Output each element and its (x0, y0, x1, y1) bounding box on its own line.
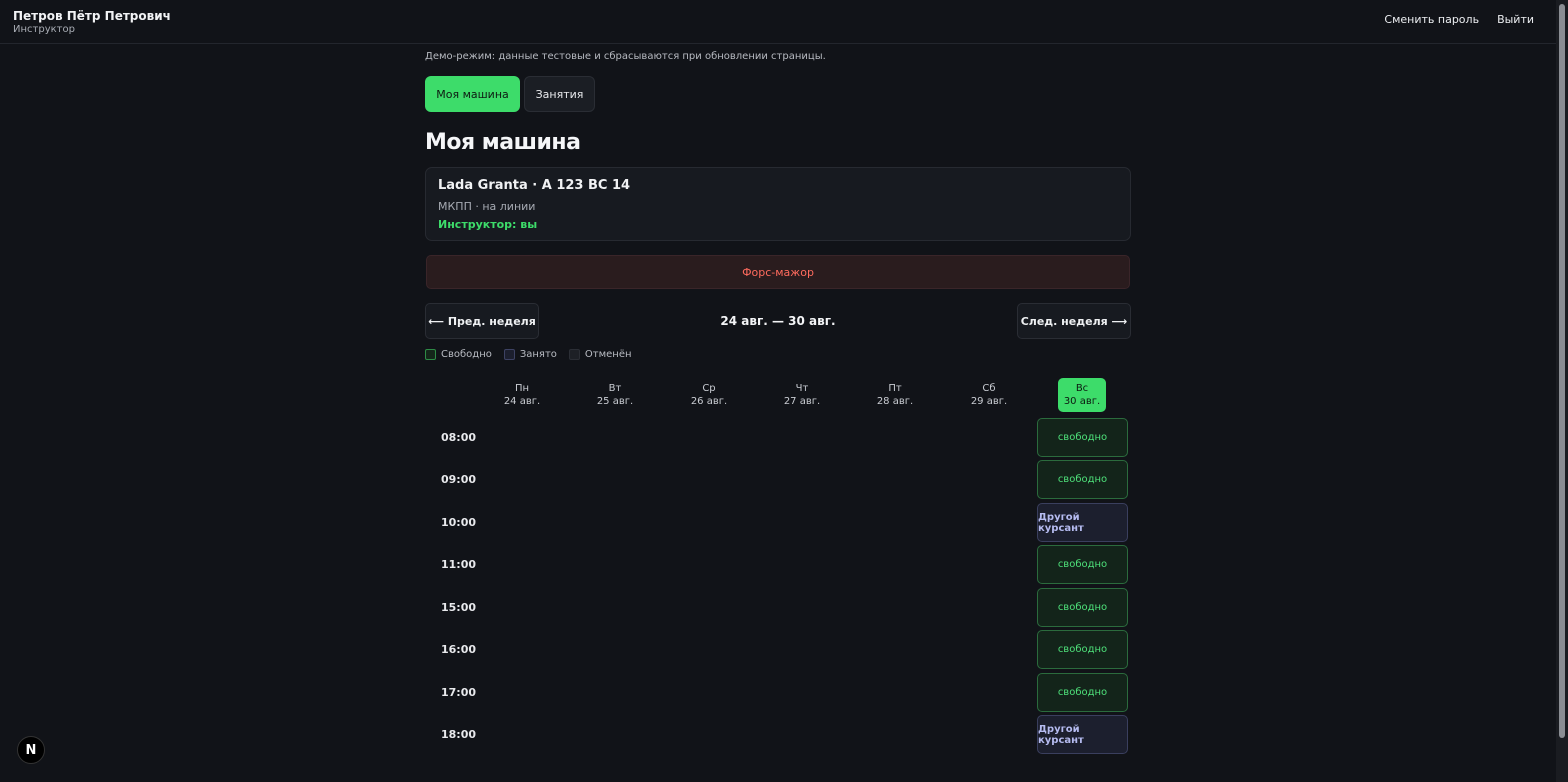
car-meta: МКПП · на линии (438, 200, 536, 213)
slot-free[interactable]: свободно (1037, 545, 1128, 584)
legend-cancel: Отменён (568, 349, 632, 360)
car-instructor: Инструктор: вы (438, 218, 538, 231)
tab-my-car[interactable]: Моя машина (425, 76, 520, 112)
day-dow: Пн (514, 383, 530, 394)
slot-free[interactable]: свободно (1037, 673, 1128, 712)
slot-free[interactable]: свободно (1037, 460, 1128, 499)
demo-note: Демо-режим: данные тестовые и сбрасывают… (425, 51, 826, 62)
top-actions: Сменить пароль Выйти (1384, 13, 1534, 26)
time-label: 08:00 (441, 431, 477, 444)
time-label: 16:00 (441, 643, 477, 656)
day-date: 26 авг. (690, 396, 728, 407)
force-majeure-button[interactable]: Форс-мажор (426, 255, 1130, 289)
tab-lessons[interactable]: Занятия (524, 76, 595, 112)
legend-busy-swatch (503, 349, 515, 360)
day-date: 28 авг. (876, 396, 914, 407)
user-role: Инструктор (13, 24, 75, 35)
day-dow: Вс (1075, 383, 1089, 394)
day-header-2: Ср 26 авг. (685, 378, 733, 412)
legend-busy-label: Занято (519, 349, 557, 360)
scrollbar[interactable] (1556, 0, 1568, 782)
car-card: Lada Granta · А 123 ВС 14 МКПП · на лини… (425, 167, 1131, 241)
day-date: 27 авг. (783, 396, 821, 407)
day-date: 29 авг. (970, 396, 1008, 407)
legend-cancel-swatch (568, 349, 580, 360)
scrollbar-thumb[interactable] (1559, 4, 1565, 738)
slot-busy[interactable]: Другой курсант (1037, 715, 1128, 754)
slot-busy[interactable]: Другой курсант (1037, 503, 1128, 542)
legend-free-label: Свободно (441, 349, 492, 360)
car-name: Lada Granta · А 123 ВС 14 (438, 178, 631, 193)
logout-link[interactable]: Выйти (1497, 13, 1534, 26)
day-header-5: Сб 29 авг. (965, 378, 1013, 412)
legend-busy: Занято (503, 349, 557, 360)
time-label: 09:00 (441, 473, 477, 486)
day-dow: Вт (608, 383, 622, 394)
change-password-link[interactable]: Сменить пароль (1384, 13, 1479, 26)
next-dev-badge[interactable]: N (17, 736, 45, 764)
time-label: 17:00 (441, 686, 477, 699)
legend: Свободно Занято Отменён (425, 349, 632, 360)
legend-free: Свободно (425, 349, 492, 360)
day-dow: Пт (888, 383, 902, 394)
day-header-4: Пт 28 авг. (871, 378, 919, 412)
day-date: 30 авг. (1063, 396, 1101, 407)
day-header-3: Чт 27 авг. (778, 378, 826, 412)
next-week-button[interactable]: След. неделя ⟶ (1017, 303, 1131, 339)
legend-cancel-label: Отменён (584, 349, 632, 360)
day-header-6: Вс 30 авг. (1058, 378, 1106, 412)
day-header-0: Пн 24 авг. (498, 378, 546, 412)
time-label: 18:00 (441, 728, 477, 741)
time-label: 11:00 (441, 558, 477, 571)
day-date: 25 авг. (596, 396, 634, 407)
slot-free[interactable]: свободно (1037, 588, 1128, 627)
day-dow: Сб (982, 383, 996, 394)
top-bar: Петров Пётр Петрович Инструктор Сменить … (0, 0, 1556, 44)
slot-free[interactable]: свободно (1037, 630, 1128, 669)
day-dow: Чт (795, 383, 809, 394)
page-title: Моя машина (425, 130, 581, 155)
time-label: 15:00 (441, 601, 477, 614)
time-label: 10:00 (441, 516, 477, 529)
day-dow: Ср (702, 383, 716, 394)
slot-free[interactable]: свободно (1037, 418, 1128, 457)
day-date: 24 авг. (503, 396, 541, 407)
legend-free-swatch (425, 349, 436, 360)
day-header-1: Вт 25 авг. (591, 378, 639, 412)
user-name: Петров Пётр Петрович (13, 9, 171, 23)
